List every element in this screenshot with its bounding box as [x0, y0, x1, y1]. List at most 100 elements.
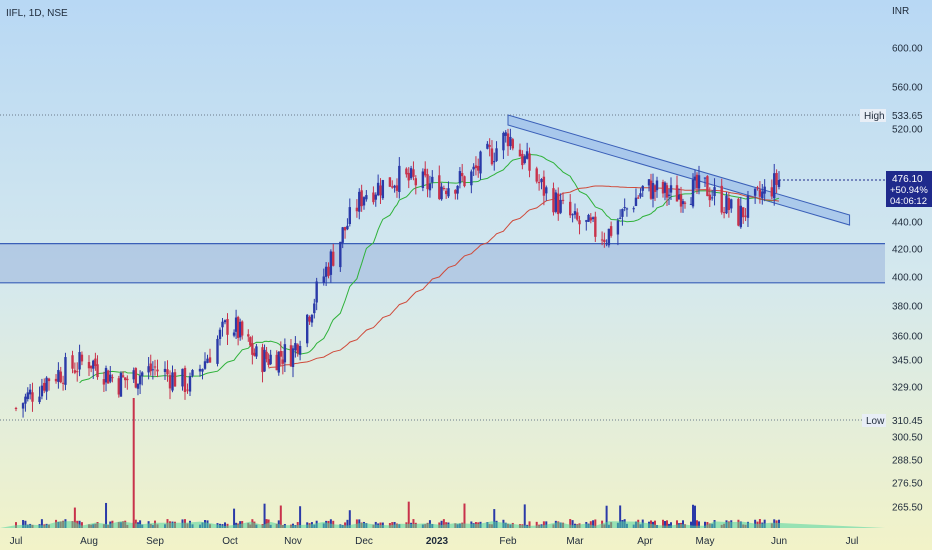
candle-body	[618, 217, 622, 219]
candle-body	[198, 368, 202, 372]
candle-body	[634, 197, 638, 207]
candle-body	[561, 199, 565, 201]
time-tick-label: Jul	[846, 536, 859, 547]
candle-body	[587, 214, 590, 222]
candle-body	[156, 369, 159, 372]
candle-body	[463, 176, 466, 187]
candle	[216, 335, 219, 367]
candle-body	[557, 193, 560, 215]
candle-body	[138, 375, 142, 385]
candle-body	[181, 368, 184, 387]
candle-body	[313, 303, 316, 314]
candle-body	[329, 251, 333, 275]
candle-body	[545, 187, 548, 194]
candle-body	[405, 168, 408, 175]
candle-body	[518, 149, 522, 157]
candle-body	[151, 369, 155, 371]
candle-body	[607, 228, 611, 246]
candle-body	[240, 321, 244, 336]
candle-body	[343, 226, 347, 231]
candle-body	[600, 239, 604, 241]
candle-body	[637, 197, 640, 199]
candle-body	[61, 382, 65, 384]
candle-body	[80, 354, 84, 362]
low-label: Low	[866, 416, 885, 427]
candle-body	[173, 372, 177, 387]
candle	[587, 213, 590, 222]
candle-body	[730, 199, 733, 209]
time-tick-label: Jul	[10, 536, 23, 547]
candle-body	[226, 318, 229, 335]
candle-body	[43, 382, 46, 391]
candle-body	[744, 215, 747, 217]
candle-body	[168, 375, 172, 389]
price-tick-label: 345.00	[892, 356, 923, 367]
candle-body	[94, 358, 97, 366]
candle-body	[26, 392, 29, 400]
volume-bar	[692, 504, 694, 528]
candle-body	[306, 314, 309, 344]
candle-body	[773, 173, 776, 199]
candle-body	[447, 188, 450, 197]
candle-body	[777, 180, 781, 187]
volume-bar	[694, 505, 696, 528]
candle-body	[761, 191, 764, 199]
candle-body	[616, 220, 620, 235]
candle-body	[511, 139, 514, 149]
candle-body	[398, 165, 401, 192]
candle-body	[324, 266, 328, 277]
candle-body	[294, 343, 297, 351]
current-change: +50.94%	[890, 185, 928, 196]
candle-body	[203, 361, 207, 369]
candle	[381, 179, 385, 200]
candle-body	[525, 151, 529, 159]
candle-body	[474, 165, 478, 169]
candle-body	[442, 188, 446, 190]
candle-body	[346, 225, 349, 230]
candle-body	[54, 378, 58, 382]
time-tick-label: Nov	[284, 536, 302, 547]
candle-body	[521, 153, 524, 166]
chart-container[interactable]: 600.00 560.00 520.00 440.00 420.00 400.00 380.…	[0, 0, 932, 550]
candle-body	[40, 385, 44, 397]
candle-body	[332, 251, 335, 266]
candle-body	[348, 207, 351, 225]
candle-body	[308, 316, 311, 322]
candle-body	[45, 377, 48, 392]
high-label: High	[864, 111, 885, 122]
candle-body	[71, 355, 74, 369]
time-tick-label: Feb	[499, 536, 517, 547]
candle-body	[454, 190, 457, 194]
candle-body	[21, 403, 25, 409]
candle-body	[327, 266, 330, 276]
candle-body	[585, 220, 588, 222]
candle-body	[153, 366, 157, 368]
candle-body	[109, 374, 112, 382]
candle	[421, 168, 425, 192]
candle-body	[554, 192, 558, 212]
candle-body	[136, 383, 140, 389]
candle-body	[444, 190, 448, 195]
candle	[463, 175, 466, 188]
price-chart[interactable]: 600.00 560.00 520.00 440.00 420.00 400.00 380.…	[0, 0, 932, 550]
time-tick-label: Dec	[355, 536, 373, 547]
candle-body	[737, 198, 740, 226]
candle	[607, 228, 611, 248]
candle-body	[763, 186, 766, 194]
candle-body	[594, 216, 597, 237]
candle-body	[725, 195, 728, 214]
candle-body	[73, 370, 77, 373]
candle-body	[191, 370, 194, 376]
candle-body	[106, 370, 110, 384]
candle-body	[132, 370, 135, 380]
current-price: 476.10	[892, 174, 923, 185]
candle-body	[605, 243, 608, 245]
price-tick-label: 560.00	[892, 83, 923, 94]
candle-body	[490, 148, 494, 165]
candle-body	[710, 197, 714, 199]
candle	[106, 369, 110, 384]
low-value: 310.45	[892, 416, 923, 427]
candle-body	[247, 334, 250, 337]
time-tick-label: Aug	[80, 536, 98, 547]
candle-body	[104, 367, 108, 383]
